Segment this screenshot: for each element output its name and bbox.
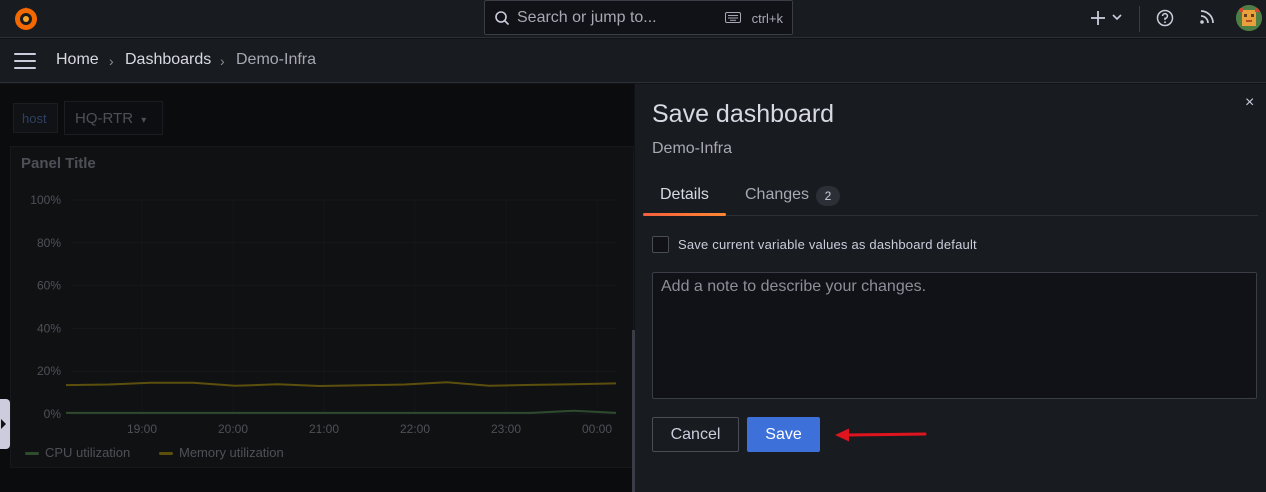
y-tick-label: 100% [30,193,61,207]
changes-count-badge: 2 [816,186,840,206]
close-icon[interactable]: × [1245,94,1254,112]
grafana-logo-icon[interactable] [12,5,40,33]
y-tick-label: 0% [44,407,62,421]
x-tick-label: 22:00 [400,422,430,436]
save-button[interactable]: Save [747,417,820,452]
y-tick-label: 40% [37,321,61,335]
series-line-memory [65,381,617,388]
y-tick-label: 20% [37,364,61,378]
change-note-textarea[interactable] [652,272,1257,399]
chevron-down-icon[interactable] [1112,13,1122,21]
drawer-subtitle: Demo-Infra [652,140,733,157]
x-tick-label: 21:00 [309,422,339,436]
breadcrumb-separator: › [220,53,225,69]
cancel-button[interactable]: Cancel [652,417,739,452]
tab-details[interactable]: Details [660,186,709,204]
save-dashboard-drawer: × Save dashboard Demo-Infra Details Chan… [635,84,1266,492]
drawer-title: Save dashboard [652,100,835,128]
plus-icon[interactable] [1089,9,1107,27]
time-series-chart: 100% 80% 60% 40% 20% 0% 19:00 20:00 21:00 22:00 23… [30,193,617,436]
expand-handle[interactable] [0,399,10,449]
y-tick-label: 80% [37,236,61,250]
x-tick-label: 23:00 [491,422,521,436]
dashboard-backdrop[interactable]: host HQ-RTR ▾ Panel Title 100% 80% 60% 40% 2… [0,84,634,492]
menu-icon[interactable] [14,53,36,69]
avatar[interactable] [1236,5,1262,31]
annotation-arrow-icon [835,428,927,442]
variable-label: host [13,103,58,133]
search-input[interactable]: Search or jump to... ctrl+k [484,0,793,35]
rss-icon[interactable] [1199,9,1215,25]
variable-select[interactable]: HQ-RTR ▾ [64,101,163,135]
breadcrumb-current: Demo-Infra [236,51,317,68]
chevron-down-icon: ▾ [141,115,147,126]
breadcrumb-home[interactable]: Home [56,51,99,69]
tab-changes[interactable]: Changes [745,186,809,204]
search-placeholder: Search or jump to... [517,9,657,26]
toolbar-divider [1139,6,1140,32]
legend-label: CPU utilization [45,445,131,460]
legend-label: Memory utilization [179,445,284,460]
legend-item-memory[interactable]: Memory utilization [159,445,284,460]
save-variables-label[interactable]: Save current variable values as dashboar… [678,237,977,252]
search-shortcut: ctrl+k [751,11,783,26]
x-tick-label: 19:00 [127,422,157,436]
top-bar: Search or jump to... ctrl+k [0,0,1266,38]
save-variables-checkbox[interactable] [652,236,669,253]
time-series-panel[interactable]: Panel Title 100% 80% 60% 40% 20% 0% 19:00 20:00… [10,146,634,468]
x-tick-label: 20:00 [218,422,248,436]
legend-swatch [25,452,39,456]
variable-value: HQ-RTR [75,110,134,127]
breadcrumb-separator: › [109,53,114,69]
y-tick-label: 60% [37,279,61,293]
search-icon [495,11,510,26]
x-tick-label: 00:00 [582,422,612,436]
nav-bar: Home › Dashboards › Demo-Infra [0,39,1266,83]
legend-item-cpu[interactable]: CPU utilization [25,445,130,460]
keyboard-icon [725,12,741,23]
active-tab-indicator [643,213,726,216]
breadcrumb-dashboards[interactable]: Dashboards [125,51,211,69]
series-line-cpu [66,409,617,414]
tab-bar: Details Changes 2 [643,180,1258,216]
help-icon[interactable] [1156,9,1174,27]
legend-swatch [159,452,173,456]
